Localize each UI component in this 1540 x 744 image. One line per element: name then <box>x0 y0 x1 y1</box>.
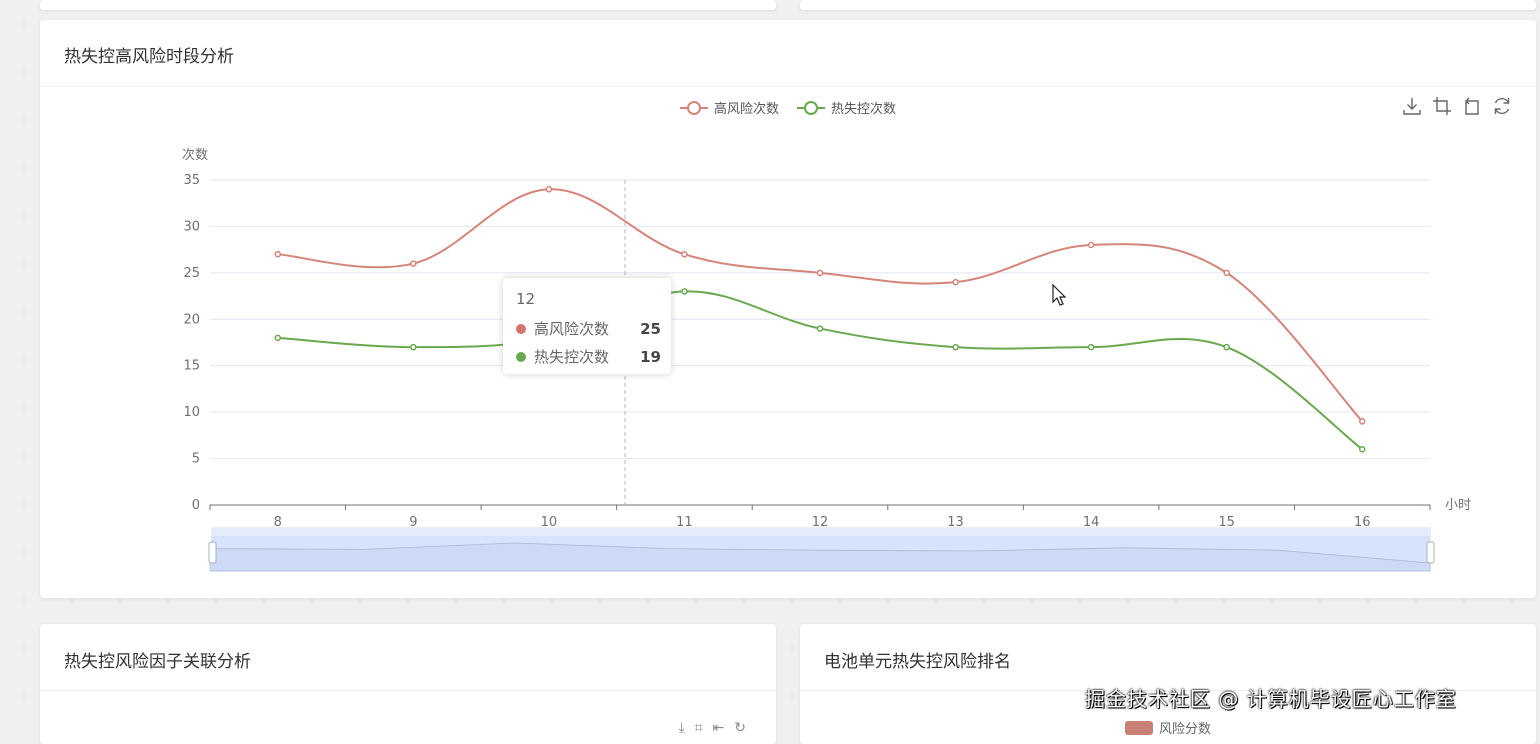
data-point <box>816 269 824 277</box>
legend-swatch-icon <box>1125 720 1153 735</box>
save-as-image-icon[interactable]: ⤓ <box>678 720 684 736</box>
legend-label: 风险分数 <box>1159 722 1212 737</box>
data-point <box>681 251 688 258</box>
chart-tooltip: 12 高风险次数 25 热失控次数 19 <box>503 278 671 374</box>
ranking-legend[interactable]: 风险分数 <box>1125 718 1211 737</box>
chart-legend: 高风险次数 热失控次数 <box>680 98 896 117</box>
data-point <box>1358 418 1366 425</box>
card-title: 热失控风险因子关联分析 <box>64 652 251 672</box>
series-line <box>277 188 1363 423</box>
y-tick-label: 20 <box>183 312 200 327</box>
zoom-handle-icon[interactable] <box>1426 541 1435 564</box>
chart-grid <box>210 179 1430 460</box>
y-tick-label: 35 <box>183 173 200 188</box>
tooltip-title: 12 <box>516 290 536 308</box>
data-point <box>545 186 553 193</box>
data-point <box>410 343 417 351</box>
x-axis-label: 小时 <box>1445 498 1471 513</box>
data-zoom-icon[interactable] <box>1432 96 1452 116</box>
y-axis-label: 次数 <box>182 147 208 163</box>
legend-item-thermal[interactable]: 热失控次数 <box>797 98 896 117</box>
data-point <box>952 278 959 286</box>
tooltip-value: 19 <box>640 347 661 366</box>
chart-axes: 05101520253035次数8 9 10 11 12 13 14 15 16小时 <box>182 147 1471 530</box>
data-point <box>410 260 417 267</box>
mouse-pointer-icon <box>1052 283 1067 310</box>
y-tick-label: 10 <box>183 405 200 420</box>
restore-icon[interactable] <box>1492 96 1512 116</box>
legend-item-risk[interactable]: 高风险次数 <box>680 98 779 117</box>
data-point <box>1223 269 1230 277</box>
series-line <box>277 290 1363 451</box>
data-zoom-slider <box>208 527 1435 572</box>
zoom-reset-icon[interactable]: ⇤ <box>713 720 725 736</box>
card-title: 电池单元热失控风险排名 <box>824 652 1011 672</box>
chart-toolbox <box>1402 96 1512 116</box>
tooltip-row-risk: 高风险次数 25 <box>516 318 661 339</box>
save-as-image-icon[interactable] <box>1402 96 1422 116</box>
legend-line-thermal-icon <box>797 100 826 115</box>
tooltip-value: 25 <box>640 319 661 338</box>
zoom-handle-icon[interactable] <box>208 541 217 564</box>
tooltip-dot-icon <box>516 351 526 362</box>
data-zoom-icon[interactable]: ⌗ <box>695 720 703 736</box>
legend-line-risk-icon <box>680 100 708 115</box>
tooltip-dot-icon <box>516 323 526 334</box>
watermark-text: 掘金技术社区 @ 计算机毕设匠心工作室 <box>1085 687 1457 711</box>
data-point <box>681 288 688 295</box>
zoom-move-bar <box>212 528 1430 536</box>
legend-label: 高风险次数 <box>714 102 780 117</box>
restore-icon[interactable]: ↻ <box>734 720 746 736</box>
legend-label: 热失控次数 <box>831 102 897 117</box>
tooltip-row-thermal: 热失控次数 19 <box>516 346 661 367</box>
y-tick-label: 15 <box>183 359 200 374</box>
tooltip-series-name: 热失控次数 <box>534 348 610 366</box>
y-tick-label: 0 <box>192 498 200 513</box>
zoom-reset-icon[interactable] <box>1462 96 1482 116</box>
data-point <box>1223 343 1230 351</box>
risk-factor-correlation-card: 热失控风险因子关联分析 ⤓ ⌗ ⇤ ↻ <box>40 624 776 744</box>
data-point <box>1087 241 1095 249</box>
partial-toolbox: ⤓ ⌗ ⇤ ↻ <box>678 720 746 736</box>
data-point <box>274 251 282 258</box>
y-tick-label: 5 <box>192 452 200 467</box>
tooltip-series-name: 高风险次数 <box>534 320 610 338</box>
data-point <box>1087 343 1095 351</box>
data-point <box>1358 446 1366 453</box>
data-point <box>816 325 824 332</box>
y-tick-label: 25 <box>183 266 200 281</box>
data-point <box>952 343 959 351</box>
card-divider <box>40 690 776 691</box>
data-point <box>274 334 282 342</box>
y-tick-label: 30 <box>183 219 200 234</box>
